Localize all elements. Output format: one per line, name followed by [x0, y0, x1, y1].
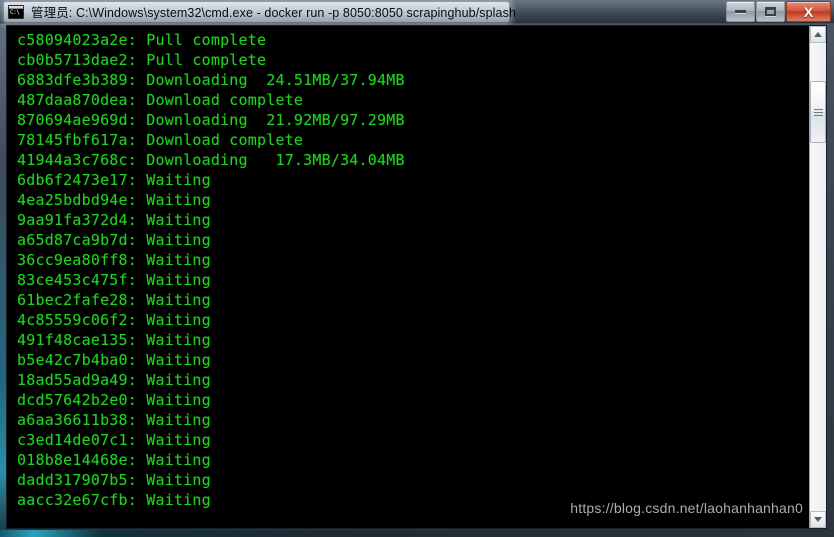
window-title-text: 管理员: C:\Windows\system32\cmd.exe - docke…	[31, 2, 516, 21]
window-controls: X	[725, 1, 831, 22]
console-line: a6aa36611b38: Waiting	[17, 410, 809, 430]
console-line: 6883dfe3b389: Downloading 24.51MB/37.94M…	[17, 70, 809, 90]
desktop-background-bottom-edge	[0, 530, 834, 537]
console-output[interactable]: c58094023a2e: Pull completecb0b5713dae2:…	[7, 26, 809, 528]
console-client-area: c58094023a2e: Pull completecb0b5713dae2:…	[6, 25, 827, 529]
console-line: 491f48cae135: Waiting	[17, 330, 809, 350]
watermark-text: https://blog.csdn.net/laohanhanhan0	[570, 500, 803, 516]
close-icon: X	[804, 5, 813, 19]
console-line: c58094023a2e: Pull complete	[17, 30, 809, 50]
console-line: 78145fbf617a: Download complete	[17, 130, 809, 150]
scrollbar-grip-icon	[814, 109, 823, 116]
console-line: 36cc9ea80ff8: Waiting	[17, 250, 809, 270]
console-line: 41944a3c768c: Downloading 17.3MB/34.04MB	[17, 150, 809, 170]
maximize-button[interactable]	[756, 1, 785, 22]
console-line: dadd317907b5: Waiting	[17, 470, 809, 490]
console-line: 18ad55ad9a49: Waiting	[17, 370, 809, 390]
console-line: 9aa91fa372d4: Waiting	[17, 210, 809, 230]
maximize-icon	[765, 7, 776, 16]
close-button[interactable]: X	[786, 1, 831, 22]
scrollbar-thumb[interactable]	[810, 81, 826, 143]
console-line: 4c85559c06f2: Waiting	[17, 310, 809, 330]
minimize-icon	[735, 10, 746, 13]
console-line: 83ce453c475f: Waiting	[17, 270, 809, 290]
scrollbar-track[interactable]	[810, 43, 826, 511]
cmd-console-icon[interactable]: C:\	[8, 5, 24, 19]
console-line: 870694ae969d: Downloading 21.92MB/97.29M…	[17, 110, 809, 130]
vertical-scrollbar[interactable]	[809, 26, 826, 528]
scroll-down-button[interactable]	[810, 511, 826, 528]
console-line: c3ed14de07c1: Waiting	[17, 430, 809, 450]
icon-prompt-text: C:\	[10, 10, 19, 16]
minimize-button[interactable]	[726, 1, 755, 22]
console-line: dcd57642b2e0: Waiting	[17, 390, 809, 410]
console-line: 487daa870dea: Download complete	[17, 90, 809, 110]
console-line: b5e42c7b4ba0: Waiting	[17, 350, 809, 370]
console-line: 4ea25bdbd94e: Waiting	[17, 190, 809, 210]
window-title-bar[interactable]: C:\ 管理员: C:\Windows\system32\cmd.exe - d…	[0, 0, 834, 24]
console-line: a65d87ca9b7d: Waiting	[17, 230, 809, 250]
scroll-up-arrow-icon	[814, 32, 822, 37]
console-line: 61bec2fafe28: Waiting	[17, 290, 809, 310]
scroll-up-button[interactable]	[810, 26, 826, 43]
console-line: 6db6f2473e17: Waiting	[17, 170, 809, 190]
scroll-down-arrow-icon	[814, 517, 822, 522]
console-line: 018b8e14468e: Waiting	[17, 450, 809, 470]
console-window: C:\ 管理员: C:\Windows\system32\cmd.exe - d…	[0, 0, 834, 537]
console-line: cb0b5713dae2: Pull complete	[17, 50, 809, 70]
